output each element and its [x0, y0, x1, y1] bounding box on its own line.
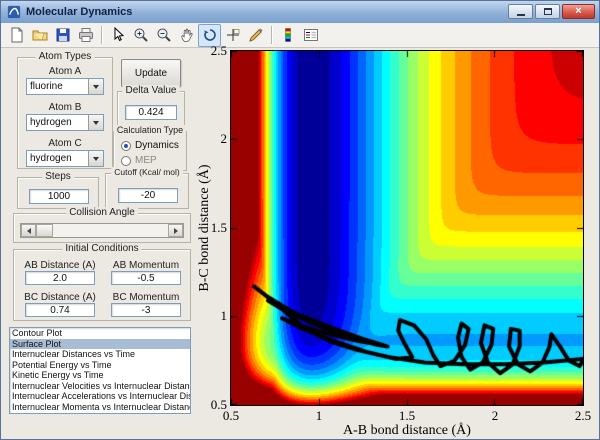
figure-toolbar — [1, 23, 599, 48]
y-tick-label: 2.5 — [210, 43, 227, 58]
bc-distance-label: BC Distance (A) — [24, 292, 96, 303]
list-item[interactable]: Potential Energy vs Time — [10, 360, 190, 371]
x-tick-label: 2.5 — [574, 408, 592, 423]
update-button[interactable]: Update — [121, 59, 181, 87]
atom-a-value: fluorine — [30, 81, 63, 92]
slider-thumb[interactable] — [36, 224, 53, 237]
y-axis-label: B-C bond distance (Å) — [197, 164, 212, 292]
list-item[interactable]: Internuclear Momenta vs Internuclear Dis… — [10, 402, 190, 413]
insert-legend-button[interactable] — [299, 24, 322, 47]
steps-panel: Steps 1000 — [17, 171, 99, 209]
window-title: Molecular Dynamics — [26, 6, 133, 18]
collision-angle-slider[interactable] — [20, 223, 184, 238]
atom-c-label: Atom C — [48, 138, 82, 149]
close-button[interactable]: × — [562, 4, 595, 19]
pan-hand-button[interactable] — [175, 24, 198, 47]
brush-button[interactable] — [244, 24, 267, 47]
radio-dynamics-label: Dynamics — [135, 140, 179, 151]
delta-value-panel: Delta Value 0.424 — [117, 85, 185, 127]
slider-right-arrow[interactable] — [168, 224, 183, 237]
cursor-arrow-button[interactable] — [106, 24, 129, 47]
list-item-selected[interactable]: Surface Plot — [10, 338, 190, 349]
minimize-button[interactable] — [508, 4, 533, 19]
contour-plot[interactable] — [231, 51, 583, 405]
atom-types-panel: Atom Types Atom A fluorine Atom B hydrog… — [17, 51, 113, 169]
atom-c-select[interactable]: hydrogen — [26, 150, 104, 167]
toolbar-separator — [271, 26, 272, 44]
slider-left-arrow[interactable] — [21, 224, 36, 237]
bc-distance-input[interactable]: 0.74 — [25, 303, 95, 317]
zoom-in-button[interactable] — [129, 24, 152, 47]
radio-unselected-icon — [121, 155, 131, 166]
ab-momentum-label: AB Momentum — [112, 260, 180, 271]
ab-distance-label: AB Distance (A) — [24, 260, 96, 271]
minimize-icon — [516, 13, 525, 16]
x-tick-label: 0.5 — [222, 408, 240, 423]
delta-value-input[interactable]: 0.424 — [125, 105, 177, 120]
app-window: Molecular Dynamics × Atom Types Atom A f… — [0, 0, 600, 440]
bc-momentum-input[interactable]: -3 — [111, 303, 181, 317]
chevron-down-icon[interactable] — [88, 151, 103, 166]
cutoff-panel: Cutoff (Kcal/ mol) -20 — [105, 167, 189, 209]
ab-momentum-input[interactable]: -0.5 — [111, 271, 181, 285]
x-axis-label: A-B bond distance (Å) — [343, 423, 471, 438]
atom-b-value: hydrogen — [30, 117, 72, 128]
list-item[interactable]: Internuclear Velocities vs Internuclear … — [10, 381, 190, 392]
list-item[interactable]: Internuclear Distances vs Time — [10, 349, 190, 360]
x-tick-label: 1 — [315, 408, 323, 423]
radio-mep[interactable]: MEP — [121, 155, 157, 166]
chevron-down-icon[interactable] — [88, 115, 103, 130]
atom-c-value: hydrogen — [30, 153, 72, 164]
atom-a-label: Atom A — [48, 66, 82, 77]
toolbar-separator — [101, 26, 102, 44]
cutoff-input[interactable]: -20 — [118, 188, 178, 203]
titlebar: Molecular Dynamics × — [1, 1, 599, 24]
list-item[interactable]: Internuclear Accelerations vs Internucle… — [10, 391, 190, 402]
plot-type-listbox[interactable]: Contour Plot Surface Plot Internuclear D… — [9, 327, 191, 414]
list-item[interactable]: Contour Plot — [10, 328, 190, 339]
radio-mep-label: MEP — [135, 155, 157, 166]
chevron-down-icon[interactable] — [88, 79, 103, 94]
close-icon: × — [575, 5, 582, 17]
collision-angle-title: Collision Angle — [66, 207, 138, 218]
delta-value-title: Delta Value — [122, 85, 180, 96]
radio-dynamics[interactable]: Dynamics — [121, 140, 179, 151]
bc-momentum-label: BC Momentum — [112, 292, 180, 303]
insert-colorbar-button[interactable] — [276, 24, 299, 47]
print-figure-button[interactable] — [74, 24, 97, 47]
radio-selected-icon — [121, 140, 131, 151]
zoom-out-button[interactable] — [152, 24, 175, 47]
calculation-type-title: Calculation Type — [113, 125, 187, 135]
initial-conditions-panel: Initial Conditions AB Distance (A) 2.0 A… — [13, 243, 191, 321]
slider-track[interactable] — [36, 224, 168, 237]
calculation-type-panel: Calculation Type Dynamics MEP — [113, 125, 187, 171]
atom-b-label: Atom B — [48, 102, 82, 113]
ab-distance-input[interactable]: 2.0 — [25, 271, 95, 285]
save-figure-button[interactable] — [51, 24, 74, 47]
app-icon — [7, 5, 21, 19]
x-tick-label: 2 — [491, 408, 499, 423]
maximize-button[interactable] — [535, 4, 560, 19]
list-item[interactable]: Kinetic Energy vs Time — [10, 370, 190, 381]
collision-angle-panel: Collision Angle — [13, 207, 191, 243]
new-figure-button[interactable] — [5, 24, 28, 47]
initial-conditions-title: Initial Conditions — [62, 243, 142, 254]
atom-a-select[interactable]: fluorine — [26, 78, 104, 95]
open-file-button[interactable] — [28, 24, 51, 47]
cutoff-title: Cutoff (Kcal/ mol) — [111, 167, 183, 177]
steps-title: Steps — [42, 171, 74, 182]
maximize-icon — [543, 8, 552, 15]
x-tick-label: 1.5 — [398, 408, 416, 423]
atom-b-select[interactable]: hydrogen — [26, 114, 104, 131]
steps-input[interactable]: 1000 — [29, 189, 89, 204]
atom-types-title: Atom Types — [35, 51, 95, 62]
